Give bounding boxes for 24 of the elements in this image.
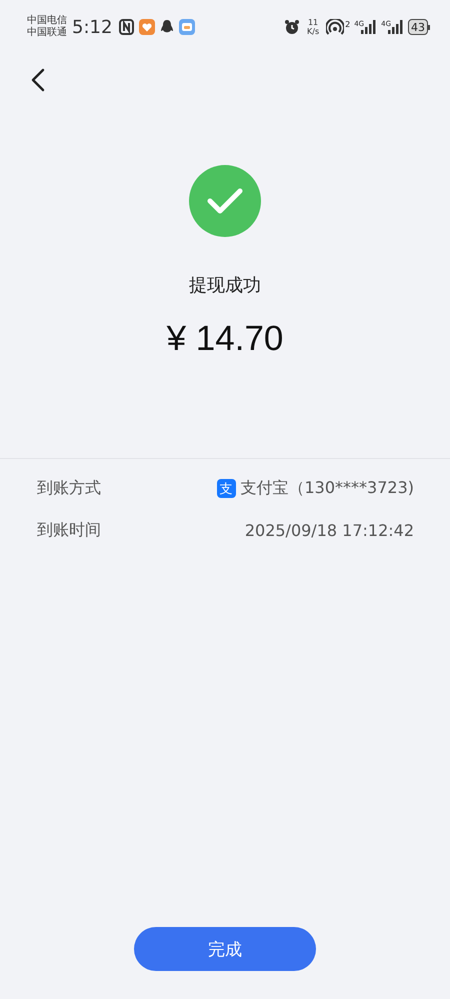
result-title: 提现成功 — [189, 274, 261, 297]
speed-unit: K/s — [307, 27, 320, 36]
detail-value: 支付宝（130****3723) — [240, 478, 414, 499]
detail-label: 到账时间 — [37, 520, 101, 541]
penguin-icon — [160, 19, 174, 35]
carrier-name: 中国联通 — [27, 27, 67, 39]
heart-app-icon — [139, 19, 156, 35]
detail-value: 2025/09/18 17:12:42 — [244, 521, 414, 540]
back-icon — [31, 68, 45, 92]
detail-label: 到账方式 — [37, 478, 101, 499]
nfc-icon — [119, 19, 134, 35]
status-time: 5:12 — [72, 16, 112, 38]
hotspot-count: 2 — [345, 20, 350, 29]
back-button[interactable] — [31, 68, 45, 92]
carrier-name: 中国电信 — [27, 15, 67, 26]
alarm-icon — [284, 19, 300, 35]
amount-text: ¥ 14.70 — [166, 319, 284, 359]
hotspot-icon — [326, 19, 344, 35]
done-button[interactable]: 完成 — [134, 927, 316, 971]
success-check-icon — [189, 165, 261, 237]
speed-value: 11 — [308, 18, 318, 27]
battery-level: 43 — [411, 20, 425, 34]
game-app-icon — [179, 19, 196, 35]
alipay-icon: 支 — [216, 479, 236, 498]
